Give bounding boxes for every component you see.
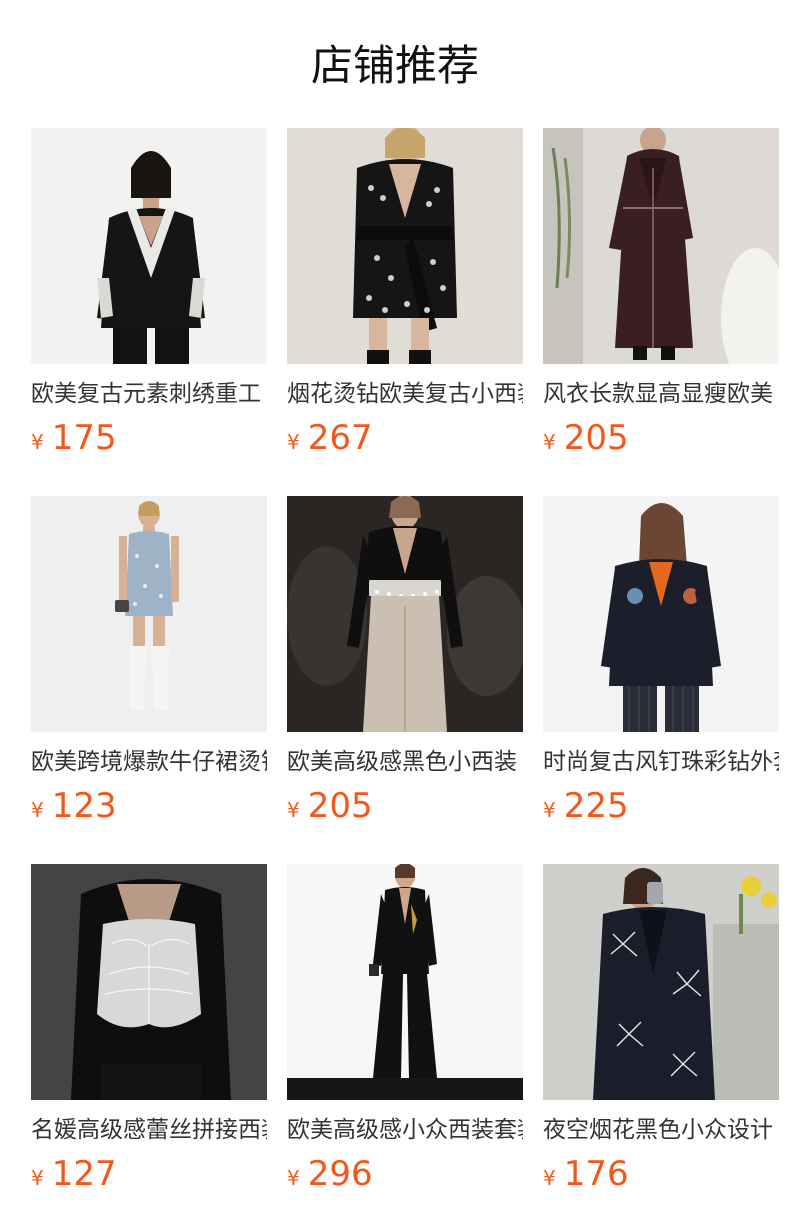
product-title[interactable]: 时尚复古风钉珠彩钻外套: [543, 746, 779, 778]
product-title[interactable]: 欧美高级感黑色小西装: [287, 746, 523, 778]
product-title[interactable]: 欧美高级感小众西装套装: [287, 1114, 523, 1146]
product-price: ¥205: [543, 416, 779, 460]
product-card[interactable]: 欧美跨境爆款牛仔裙烫钻 ¥123: [31, 496, 267, 864]
product-card[interactable]: 欧美复古元素刺绣重工 ¥175: [31, 128, 267, 496]
price-value: 127: [51, 1154, 117, 1194]
price-value: 123: [51, 786, 117, 826]
product-image[interactable]: [543, 496, 779, 732]
currency-symbol: ¥: [543, 1166, 556, 1190]
product-title[interactable]: 欧美跨境爆款牛仔裙烫钻: [31, 746, 267, 778]
product-title[interactable]: 夜空烟花黑色小众设计: [543, 1114, 779, 1146]
currency-symbol: ¥: [31, 430, 44, 454]
page-title: 店铺推荐: [310, 41, 479, 90]
product-grid: 欧美复古元素刺绣重工 ¥175 烟花烫钻欧美复古小西装 ¥ 267 风衣长款显高…: [31, 128, 779, 1232]
product-image[interactable]: [287, 496, 523, 732]
price-value: 205: [563, 418, 629, 458]
currency-symbol: ¥: [543, 798, 556, 822]
currency-symbol: ¥: [287, 1166, 300, 1190]
product-image[interactable]: [31, 128, 267, 364]
price-value: 205: [307, 786, 373, 826]
product-price: ¥205: [287, 784, 523, 828]
product-image[interactable]: [31, 496, 267, 732]
product-price: ¥127: [31, 1152, 267, 1196]
price-value: 296: [307, 1154, 373, 1194]
product-title[interactable]: 名媛高级感蕾丝拼接西装: [31, 1114, 267, 1146]
currency-symbol: ¥: [287, 430, 300, 454]
product-title[interactable]: 烟花烫钻欧美复古小西装: [287, 378, 523, 410]
price-value: 267: [307, 418, 373, 458]
price-value: 176: [563, 1154, 629, 1194]
currency-symbol: ¥: [31, 1166, 44, 1190]
product-image[interactable]: [287, 128, 523, 364]
product-card[interactable]: 风衣长款显高显瘦欧美 ¥205: [543, 128, 779, 496]
product-card[interactable]: 烟花烫钻欧美复古小西装 ¥267: [287, 128, 523, 496]
product-image[interactable]: [287, 864, 523, 1100]
product-price: ¥175: [31, 416, 267, 460]
product-title[interactable]: 欧美复古元素刺绣重工: [31, 378, 267, 410]
price-value: 225: [563, 786, 629, 826]
product-price: ¥176: [543, 1152, 779, 1196]
currency-symbol: ¥: [287, 798, 300, 822]
product-image[interactable]: [543, 864, 779, 1100]
currency-symbol: ¥: [31, 798, 44, 822]
product-card[interactable]: 时尚复古风钉珠彩钻外套 ¥225: [543, 496, 779, 864]
product-card[interactable]: 名媛高级感蕾丝拼接西装 ¥127: [31, 864, 267, 1232]
product-image[interactable]: [31, 864, 267, 1100]
product-card[interactable]: 欧美高级感小众西装套装 ¥296: [287, 864, 523, 1232]
product-price: ¥267: [287, 416, 523, 460]
product-price: ¥296: [287, 1152, 523, 1196]
product-image[interactable]: [543, 128, 779, 364]
product-card[interactable]: 夜空烟花黑色小众设计 ¥176: [543, 864, 779, 1232]
currency-symbol: ¥: [543, 430, 556, 454]
product-price: ¥225: [543, 784, 779, 828]
product-title[interactable]: 风衣长款显高显瘦欧美: [543, 378, 779, 410]
product-card[interactable]: 欧美高级感黑色小西装 ¥205: [287, 496, 523, 864]
product-price: ¥123: [31, 784, 267, 828]
price-value: 175: [51, 418, 117, 458]
